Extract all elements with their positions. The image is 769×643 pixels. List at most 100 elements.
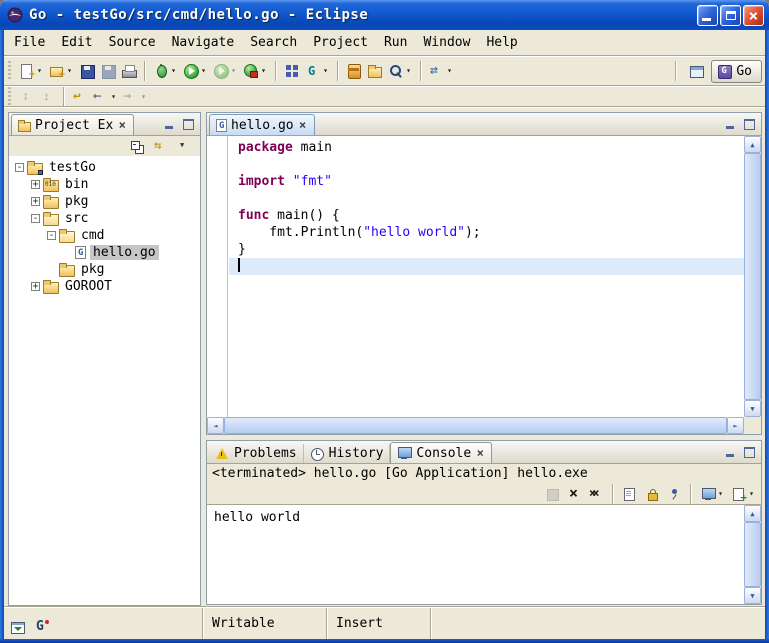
menu-item-search[interactable]: Search: [242, 32, 305, 53]
toolbar-grip[interactable]: [8, 87, 11, 107]
menu-item-window[interactable]: Window: [415, 32, 478, 53]
dropdown-arrow-icon[interactable]: [109, 92, 118, 102]
dropdown-arrow-icon[interactable]: [199, 66, 208, 76]
expand-icon[interactable]: +: [31, 180, 40, 189]
collapse-icon[interactable]: -: [47, 231, 56, 240]
code-editor[interactable]: package mainimport "fmt"func main() { fm…: [229, 136, 744, 417]
expand-icon[interactable]: +: [31, 197, 40, 206]
dropdown-arrow-icon[interactable]: [65, 66, 74, 76]
debug-button[interactable]: [151, 59, 180, 83]
maximize-button[interactable]: [720, 5, 741, 26]
tree-item-pkg[interactable]: +pkg: [9, 193, 200, 210]
maximize-view-button[interactable]: [741, 444, 758, 460]
close-icon[interactable]: [298, 119, 308, 131]
scroll-left-button[interactable]: [207, 417, 224, 434]
scroll-up-button[interactable]: [744, 505, 761, 522]
collapse-icon[interactable]: -: [15, 163, 24, 172]
scrollbar-thumb[interactable]: [744, 522, 761, 587]
run-button[interactable]: [181, 59, 210, 83]
external-tools-button[interactable]: [241, 59, 270, 83]
open-folder-button[interactable]: [365, 59, 385, 83]
collapse-icon[interactable]: -: [31, 214, 40, 223]
toolbar-grip[interactable]: [8, 61, 11, 81]
print-button[interactable]: [119, 59, 139, 83]
scroll-right-button[interactable]: [727, 417, 744, 434]
new-go-element-button[interactable]: [47, 59, 76, 83]
dropdown-arrow-icon[interactable]: [747, 489, 756, 499]
next-annotation-button[interactable]: [17, 88, 37, 106]
dropdown-arrow-icon[interactable]: [139, 92, 148, 102]
editor-vertical-scrollbar[interactable]: [744, 136, 761, 417]
expand-icon[interactable]: +: [31, 282, 40, 291]
remove-all-launches-button[interactable]: [586, 482, 606, 506]
console-output[interactable]: hello world: [207, 504, 761, 604]
menu-item-source[interactable]: Source: [101, 32, 164, 53]
minimize-button[interactable]: [697, 5, 718, 26]
search-button[interactable]: [386, 59, 415, 83]
dropdown-arrow-icon[interactable]: [229, 66, 238, 76]
scroll-up-button[interactable]: [744, 136, 761, 153]
terminate-button[interactable]: [542, 482, 562, 506]
close-icon[interactable]: [475, 447, 485, 459]
fast-view-icon[interactable]: [9, 618, 27, 636]
scrollbar-thumb[interactable]: [224, 417, 727, 434]
tree-item-cmd[interactable]: -cmd: [9, 227, 200, 244]
go-perspective-grid-button[interactable]: [282, 59, 302, 83]
tree-item-src[interactable]: -src: [9, 210, 200, 227]
team-sync-button[interactable]: [427, 59, 456, 83]
close-icon[interactable]: [117, 119, 127, 131]
go-perspective-button[interactable]: Go: [711, 60, 762, 83]
forward-button[interactable]: [121, 88, 150, 106]
tree-item-testgo[interactable]: -testGo: [9, 159, 200, 176]
display-selected-console-button[interactable]: [698, 482, 727, 506]
title-bar[interactable]: Go - testGo/src/cmd/hello.go - Eclipse: [0, 0, 769, 30]
dropdown-arrow-icon[interactable]: [716, 489, 725, 499]
last-edit-location-button[interactable]: [70, 88, 90, 106]
open-perspective-button[interactable]: [686, 59, 706, 83]
tab-problems[interactable]: Problems: [209, 444, 304, 463]
scrollbar-thumb[interactable]: [744, 153, 761, 400]
minimize-view-button[interactable]: [721, 116, 738, 132]
scroll-down-button[interactable]: [744, 587, 761, 604]
scroll-lock-button[interactable]: [642, 482, 662, 506]
collapse-all-button[interactable]: [127, 134, 147, 158]
run-history-button[interactable]: [211, 59, 240, 83]
open-resource-button[interactable]: [344, 59, 364, 83]
new-wizard-button[interactable]: [17, 59, 46, 83]
maximize-view-button[interactable]: [180, 116, 197, 132]
console-vertical-scrollbar[interactable]: [744, 505, 761, 604]
back-button[interactable]: [91, 88, 120, 106]
dropdown-arrow-icon[interactable]: [259, 66, 268, 76]
maximize-view-button[interactable]: [741, 116, 758, 132]
menu-item-file[interactable]: File: [6, 32, 53, 53]
tree-item-hello-go[interactable]: Ghello.go: [9, 244, 200, 261]
menu-item-run[interactable]: Run: [376, 32, 415, 53]
minimize-view-button[interactable]: [160, 116, 177, 132]
go-status-icon[interactable]: [33, 618, 51, 636]
new-go-wizard-button[interactable]: [303, 59, 332, 83]
link-with-editor-button[interactable]: [151, 134, 171, 158]
dropdown-arrow-icon[interactable]: [404, 66, 413, 76]
tab-history[interactable]: History: [304, 444, 391, 463]
editor-horizontal-scrollbar[interactable]: [207, 417, 744, 434]
tree-item-goroot[interactable]: +GOROOT: [9, 278, 200, 295]
pin-console-button[interactable]: [664, 482, 684, 506]
close-button[interactable]: [743, 5, 764, 26]
clear-console-button[interactable]: [620, 482, 640, 506]
annotation-ruler[interactable]: [207, 136, 228, 417]
menu-item-navigate[interactable]: Navigate: [164, 32, 243, 53]
save-button[interactable]: [77, 59, 97, 83]
prev-annotation-button[interactable]: [38, 88, 58, 106]
scroll-down-button[interactable]: [744, 400, 761, 417]
dropdown-arrow-icon[interactable]: [35, 66, 44, 76]
view-menu-button[interactable]: [175, 134, 195, 158]
remove-launch-button[interactable]: [564, 482, 584, 506]
tree-item-pkg[interactable]: pkg: [9, 261, 200, 278]
menu-item-help[interactable]: Help: [478, 32, 525, 53]
project-tree[interactable]: -testGo+010bin+pkg-src-cmdGhello.gopkg+G…: [9, 156, 200, 605]
tree-item-bin[interactable]: +010bin: [9, 176, 200, 193]
save-all-button[interactable]: [98, 59, 118, 83]
open-console-button[interactable]: [729, 482, 758, 506]
tab-project-explorer[interactable]: Project Ex: [11, 114, 134, 135]
menu-item-edit[interactable]: Edit: [53, 32, 100, 53]
